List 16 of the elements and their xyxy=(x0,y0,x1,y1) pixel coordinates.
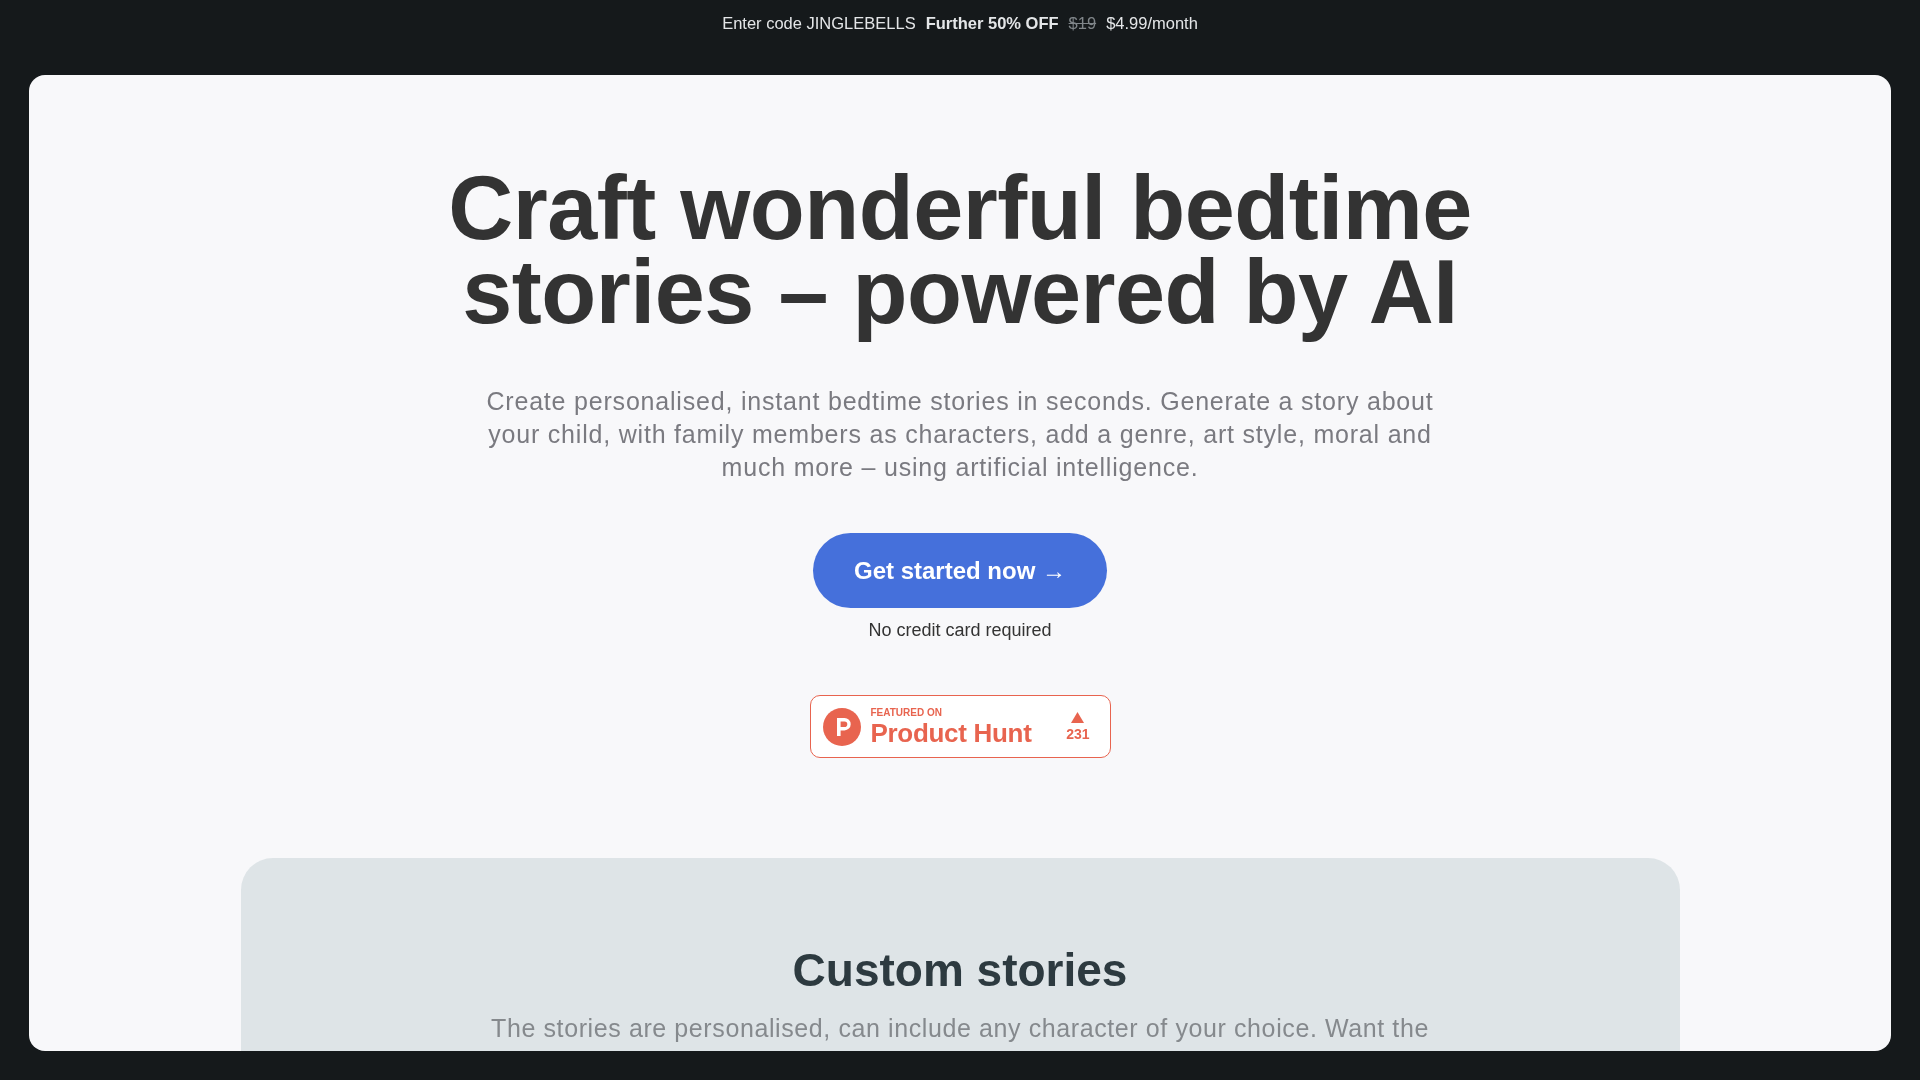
old-price: $19 xyxy=(1068,13,1097,33)
offer-text: Further 50% OFF xyxy=(925,13,1059,33)
hero-heading: Craft wonderful bedtime stories – powered by AI xyxy=(447,160,1473,340)
badge-name: Product Hunt xyxy=(870,718,1033,747)
new-price: $4.99/month xyxy=(1106,13,1198,33)
promo-code-text: Enter code JINGLEBELLS xyxy=(722,13,916,33)
featured-badge-link[interactable]: FEATURED ON Product Hunt 231 xyxy=(809,695,1111,758)
hero-description: Create personalised, instant bedtime stories in seconds. Generate a story about your child, with family members as characters, add a genre, art style, moral and much more – using artificial intelligence. xyxy=(485,386,1435,483)
cta-note: No credit card required xyxy=(868,619,1052,642)
get-started-button[interactable]: Get started now → xyxy=(813,533,1107,608)
triangle-icon xyxy=(1071,711,1085,723)
feature-description: The stories are personalised, can include any character of your choice. Want the xyxy=(491,1014,1429,1043)
logo-icon xyxy=(822,707,861,746)
upvote-count: 231 xyxy=(1066,725,1090,742)
feature-title: Custom stories xyxy=(792,943,1128,998)
badge-kicker: FEATURED ON xyxy=(870,706,943,719)
